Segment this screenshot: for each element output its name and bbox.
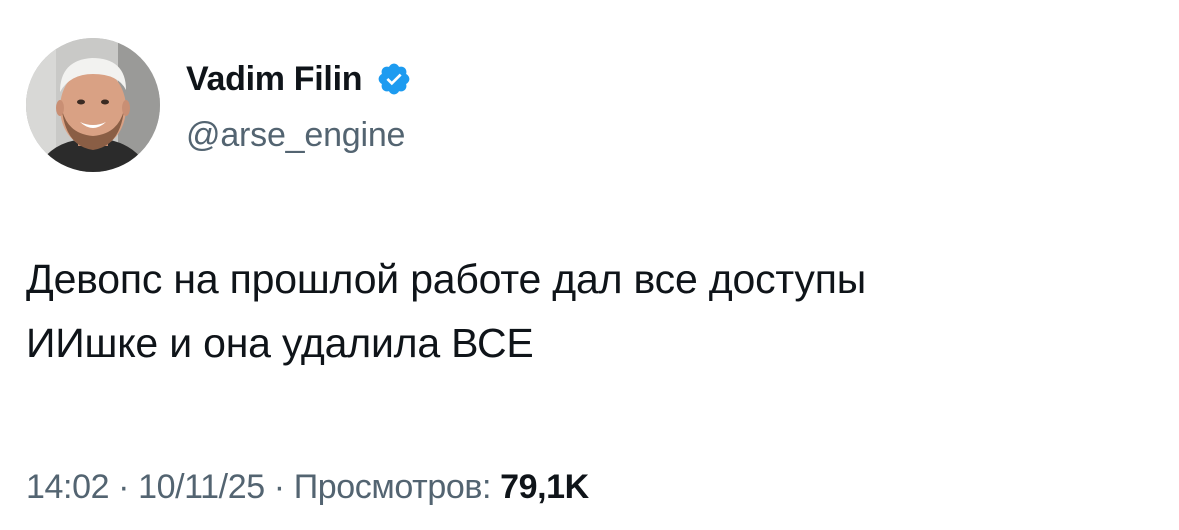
tweet-text: Девопс на прошлой работе дал все доступы…: [26, 256, 866, 366]
tweet-header: Vadim Filin @arse_engine: [26, 38, 412, 172]
tweet-date[interactable]: 10/11/25: [138, 468, 265, 506]
name-row: Vadim Filin: [186, 55, 412, 103]
author-display-name[interactable]: Vadim Filin: [186, 59, 362, 99]
views-label: Просмотров:: [293, 468, 501, 506]
views-count[interactable]: 79,1K: [500, 468, 589, 506]
avatar-image: [26, 38, 160, 172]
tweet-time[interactable]: 14:02: [26, 468, 109, 506]
verified-badge-icon[interactable]: [376, 61, 412, 97]
author-handle[interactable]: @arse_engine: [186, 113, 412, 157]
meta-separator: ·: [264, 468, 294, 506]
meta-separator: ·: [109, 468, 139, 506]
avatar[interactable]: [26, 38, 160, 172]
author-identity: Vadim Filin @arse_engine: [186, 37, 412, 173]
tweet-card: Vadim Filin @arse_engine Девопс на прошл…: [0, 0, 1179, 530]
tweet-meta: 14:02 · 10/11/25 · Просмотров: 79,1K: [26, 465, 589, 509]
